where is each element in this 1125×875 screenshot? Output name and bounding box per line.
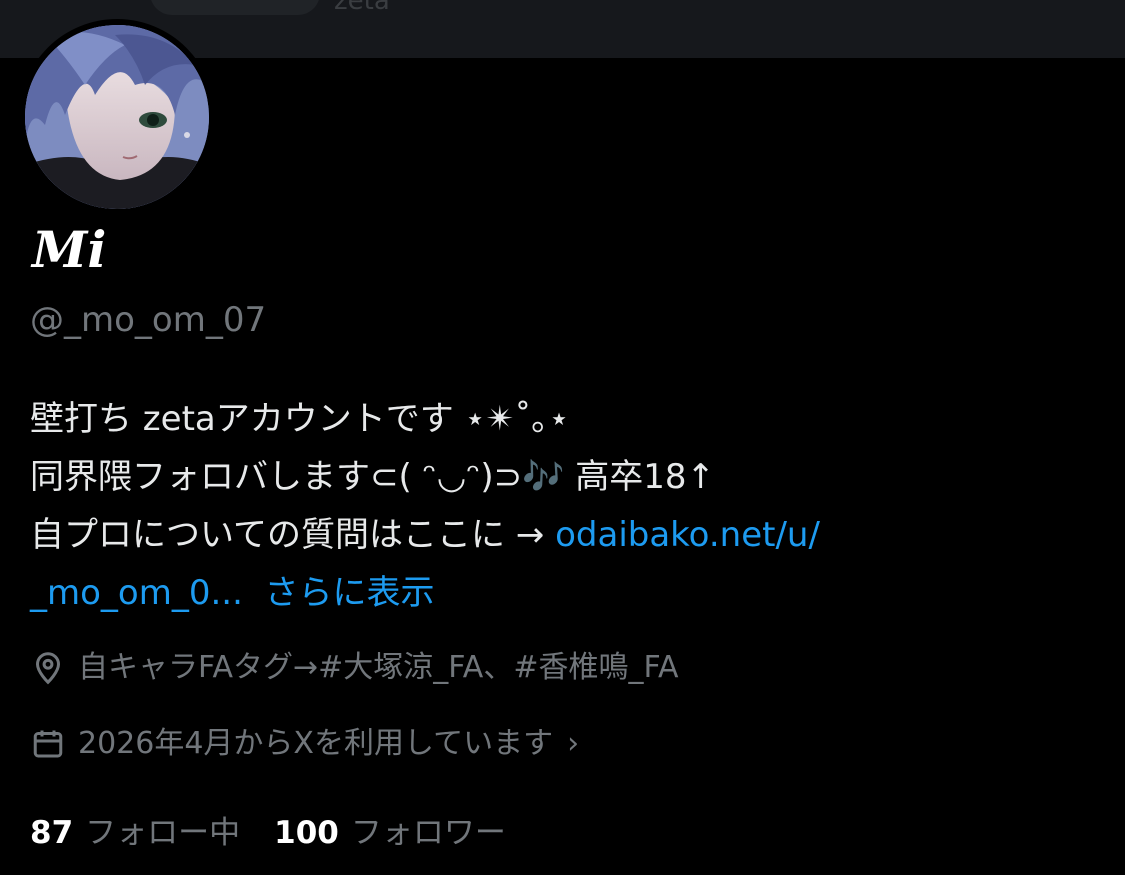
avatar[interactable] [19,19,215,215]
followers-count: 100 [274,815,339,851]
avatar-image [25,25,209,209]
location-pin-icon [35,652,61,685]
show-more-link[interactable]: さらに表示 [265,573,435,613]
following-label: フォロー中 [85,815,241,851]
bio-line-3-text: 自プロについての質問はここに → [30,515,556,555]
bio-line-3: 自プロについての質問はここに → odaibako.net/u/ [30,506,1090,564]
bio-link[interactable]: odaibako.net/u/ [555,515,820,555]
following-stat[interactable]: 87 フォロー中 [30,812,240,854]
joined-text: 2026年4月からXを利用しています [78,726,554,761]
calendar-icon [33,730,63,758]
search-pill[interactable] [150,0,320,15]
bio-line-1: 壁打ち zetaアカウントです ⋆✴︎˚｡⋆ [30,399,570,439]
chevron-right-icon: › [567,726,580,761]
followers-label: フォロワー [350,815,506,851]
location-row: 自キャラFAタグ→#大塚涼_FA、#香椎鳴_FA [30,648,678,688]
bio-line-2: 同界隈フォロバします⊂( ᵔ◡ᵔ)⊃🎶 高卒18↑ [30,457,715,497]
search-text: zeta [334,0,390,16]
location-text: 自キャラFAタグ→#大塚涼_FA、#香椎鳴_FA [78,650,679,685]
follow-stats: 87 フォロー中 100 フォロワー [30,812,506,854]
display-name: Mi [32,220,107,279]
joined-row[interactable]: 2026年4月からXを利用しています › [30,724,579,764]
bio: 壁打ち zetaアカウントです ⋆✴︎˚｡⋆ 同界隈フォロバします⊂( ᵔ◡ᵔ)… [30,390,1090,622]
bio-line-4: _mo_om_0... さらに表示 [30,564,1090,622]
bio-link-continued[interactable]: _mo_om_0... [30,573,243,613]
following-count: 87 [30,815,74,851]
user-handle: @_mo_om_07 [30,300,267,340]
followers-stat[interactable]: 100 フォロワー [274,812,506,854]
